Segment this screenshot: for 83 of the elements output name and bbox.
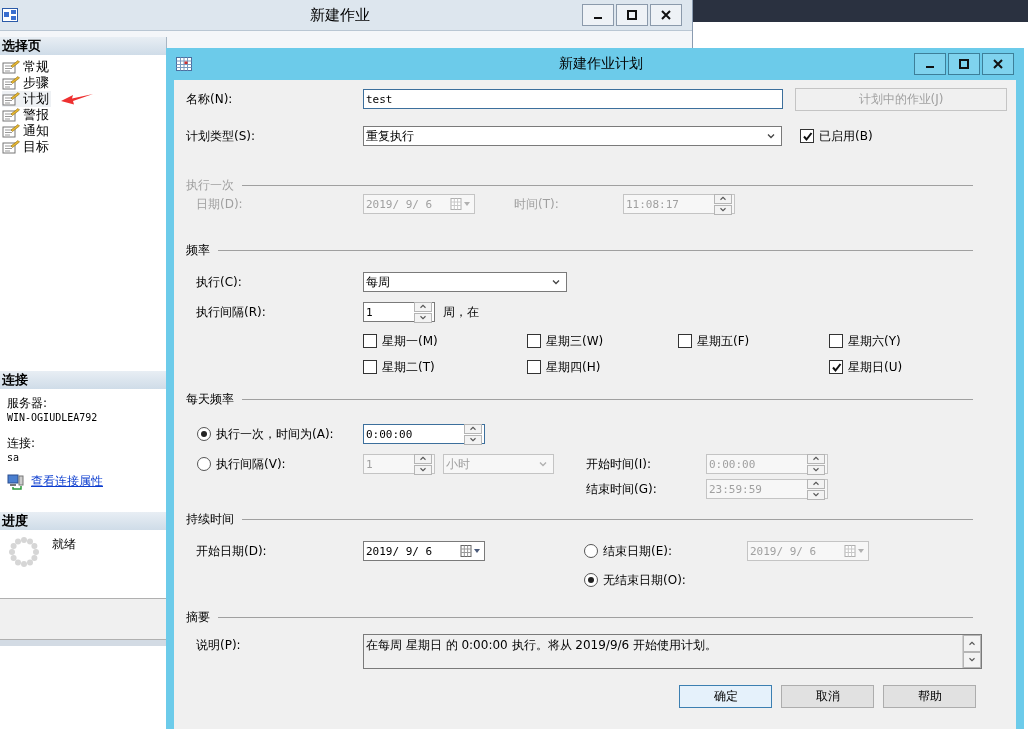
- description-box[interactable]: 在每周 星期日 的 0:00:00 执行。将从 2019/9/6 开始使用计划。: [363, 634, 982, 669]
- radio-circle[interactable]: [197, 457, 211, 471]
- date-picker[interactable]: 2019/ 9/ 6: [363, 541, 485, 561]
- page-item[interactable]: 目标: [2, 139, 51, 155]
- field-label: 开始日期(D):: [196, 542, 268, 560]
- field-label: 开始时间(I):: [586, 455, 652, 473]
- radio-button[interactable]: 无结束日期(O):: [584, 571, 686, 589]
- radio-button[interactable]: 执行间隔(V):: [197, 455, 363, 473]
- close-icon: [993, 59, 1003, 69]
- minimize-button[interactable]: [914, 53, 946, 75]
- page-item[interactable]: 常规: [2, 59, 51, 75]
- checkbox[interactable]: 星期日(U): [829, 357, 982, 377]
- close-button[interactable]: [982, 53, 1014, 75]
- section-title: 执行一次: [186, 176, 234, 194]
- page-item[interactable]: 通知: [2, 123, 51, 139]
- minimize-icon: [926, 66, 934, 68]
- arrow-icon: [61, 93, 93, 105]
- radio-button[interactable]: 执行一次，时间为(A):: [197, 425, 363, 443]
- connection-properties-link[interactable]: 查看连接属性: [31, 473, 103, 490]
- checkbox[interactable]: 星期一(M): [363, 331, 527, 351]
- radio-circle[interactable]: [584, 544, 598, 558]
- section-title: 持续时间: [186, 510, 234, 528]
- field-label: 日期(D):: [196, 195, 244, 213]
- checkbox[interactable]: 已启用(B): [800, 127, 873, 145]
- unit-label: 周，在: [443, 303, 479, 321]
- radio-button[interactable]: 结束日期(E):: [584, 542, 747, 560]
- check-icon: [830, 361, 842, 373]
- number-field[interactable]: 1: [363, 302, 435, 322]
- calendar-icon[interactable]: [460, 545, 482, 557]
- maximize-button[interactable]: [616, 4, 648, 26]
- minimize-icon: [594, 17, 602, 19]
- dialog-title: 新建作业计划: [558, 55, 644, 73]
- radio-circle[interactable]: [197, 427, 211, 441]
- checkbox[interactable]: 星期三(W): [527, 331, 678, 351]
- checkbox[interactable]: 星期六(Y): [829, 331, 982, 351]
- close-icon: [661, 10, 671, 20]
- server-name: WIN-OGIUDLEA792: [7, 412, 99, 423]
- panel-header: 选择页: [0, 37, 166, 55]
- field-label: 时间(T):: [514, 195, 560, 213]
- maximize-icon: [959, 59, 969, 69]
- field-label: 名称(N):: [186, 90, 234, 108]
- close-button[interactable]: [650, 4, 682, 26]
- dialog-button[interactable]: 帮助: [883, 685, 976, 708]
- maximize-icon: [627, 10, 637, 20]
- status-text: 就绪: [52, 536, 76, 553]
- radio-circle[interactable]: [584, 573, 598, 587]
- section-title: 频率: [186, 241, 210, 259]
- chevron-down-icon: [550, 278, 562, 286]
- field-label: 连接:: [7, 435, 37, 452]
- page-item[interactable]: 警报: [2, 107, 51, 123]
- minimize-button[interactable]: [582, 4, 614, 26]
- app-icon: [2, 8, 18, 22]
- login-name: sa: [7, 452, 21, 463]
- field-label: 说明(P):: [196, 637, 242, 654]
- checkbox[interactable]: 星期四(H): [527, 357, 678, 377]
- dropdown[interactable]: 每周: [363, 272, 567, 292]
- field-label: 服务器:: [7, 395, 49, 412]
- window-title: 新建作业: [309, 5, 371, 25]
- page-item[interactable]: 步骤: [2, 75, 51, 91]
- dropdown[interactable]: 重复执行: [363, 126, 782, 146]
- calendar-icon: [176, 57, 192, 71]
- panel-header: 进度: [0, 512, 166, 530]
- checkbox[interactable]: 星期五(F): [678, 331, 829, 351]
- scroll-up-icon[interactable]: [963, 635, 981, 652]
- field-label: 执行(C):: [196, 273, 243, 291]
- field-label: 结束时间(G):: [586, 480, 658, 498]
- dialog-button[interactable]: 确定: [679, 685, 772, 708]
- chevron-down-icon: [537, 460, 549, 468]
- section-title: 每天频率: [186, 390, 234, 408]
- chevron-down-icon: [765, 132, 777, 140]
- name-field[interactable]: test: [363, 89, 783, 109]
- computer-icon: [7, 473, 25, 490]
- panel-header: 连接: [0, 371, 166, 389]
- checkbox[interactable]: 星期二(T): [363, 357, 527, 377]
- time-field[interactable]: 0:00:00: [363, 424, 485, 444]
- field-label: 执行间隔(R):: [196, 303, 267, 321]
- field-label: 计划类型(S):: [186, 127, 257, 145]
- check-icon: [801, 130, 813, 142]
- maximize-button[interactable]: [948, 53, 980, 75]
- section-title: 摘要: [186, 608, 210, 626]
- page-item[interactable]: 计划: [2, 91, 51, 107]
- spinner-icon: [8, 536, 40, 568]
- dialog-button[interactable]: 取消: [781, 685, 874, 708]
